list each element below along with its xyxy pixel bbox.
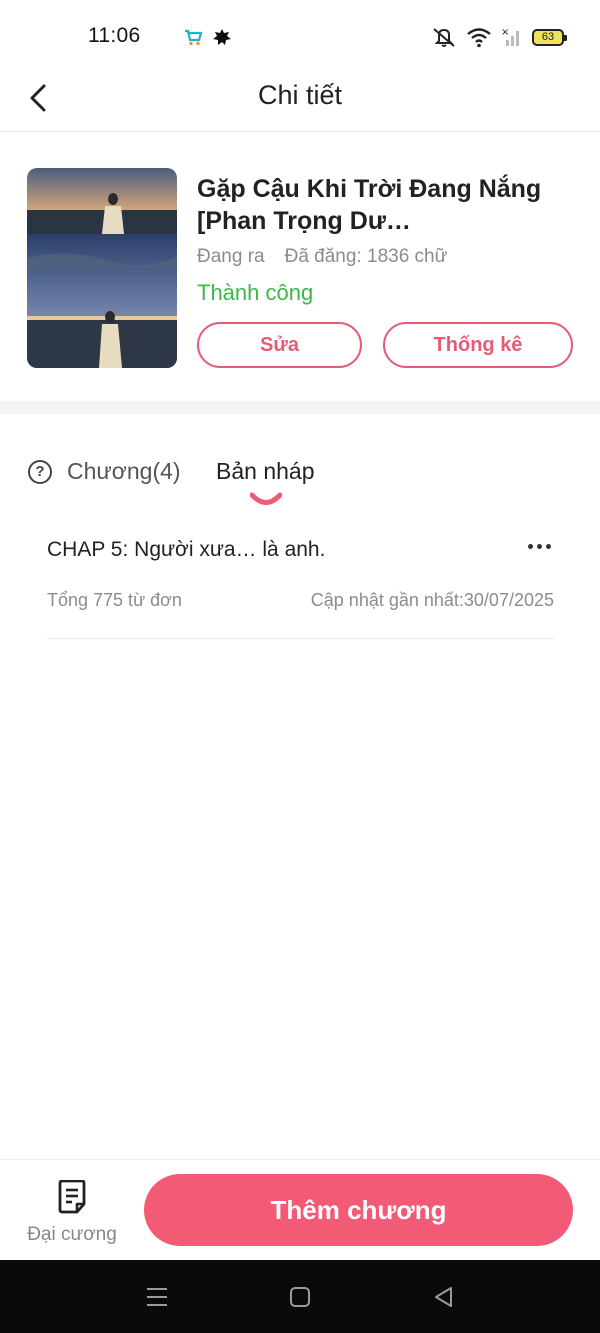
help-icon[interactable]: ? (28, 460, 52, 484)
outline-button[interactable]: Đại cương (18, 1176, 126, 1256)
signal-icon: × (501, 27, 519, 46)
status-bar: 11:06 × 63 (0, 0, 600, 70)
status-time: 11:06 (88, 24, 141, 47)
draft-title: CHAP 5: Người xưa… là anh. (47, 538, 326, 561)
book-meta: Đang ra Đã đăng: 1836 chữ (197, 246, 447, 268)
draft-updated-date: Cập nhật gần nhất:30/07/2025 (310, 590, 554, 610)
tab-chapters[interactable]: Chương(4) (67, 458, 181, 485)
home-icon[interactable] (287, 1284, 313, 1310)
book-title: Gặp Cậu Khi Trời Đang Nắng [Phan Trọng D… (197, 175, 542, 235)
muted-bell-icon (433, 28, 455, 47)
draft-word-count: Tổng 775 từ đơn (47, 590, 182, 610)
stats-button[interactable]: Thống kê (383, 322, 573, 368)
shopping-cart-icon (185, 29, 203, 46)
status-indicators: × 63 (431, 26, 567, 48)
system-nav-bar (0, 1260, 600, 1333)
book-state: Đang ra (197, 246, 265, 267)
edit-button[interactable]: Sửa (197, 322, 362, 368)
book-cover-image[interactable] (27, 168, 177, 368)
status-text: Thành công (197, 280, 314, 305)
battery-icon: 63 (532, 28, 567, 46)
book-published-count: Đã đăng: 1836 chữ (284, 246, 448, 267)
menu-icon[interactable] (144, 1284, 170, 1310)
page-title: Chi tiết (257, 80, 343, 110)
more-options-button[interactable] (524, 532, 554, 560)
book-card: Gặp Cậu Khi Trời Đang Nắng [Phan Trọng D… (0, 133, 600, 401)
add-chapter-button[interactable]: Thêm chương (144, 1174, 573, 1246)
app-notification-icon (213, 29, 231, 45)
tab-drafts[interactable]: Bản nháp (216, 458, 314, 485)
svg-text:×: × (501, 27, 509, 38)
wifi-icon (467, 28, 491, 48)
section-divider (0, 401, 600, 414)
active-tab-indicator (250, 492, 282, 505)
outline-label: Đại cương (27, 1224, 117, 1245)
list-item[interactable]: CHAP 5: Người xưa… là anh. Tổng 775 từ đ… (47, 520, 554, 639)
document-icon (58, 1180, 86, 1214)
bottom-bar: Đại cương Thêm chương (0, 1159, 600, 1260)
header: Chi tiết (0, 70, 600, 132)
back-nav-icon[interactable] (431, 1284, 457, 1310)
tab-bar: ? Chương(4) Bản nháp (0, 440, 600, 510)
